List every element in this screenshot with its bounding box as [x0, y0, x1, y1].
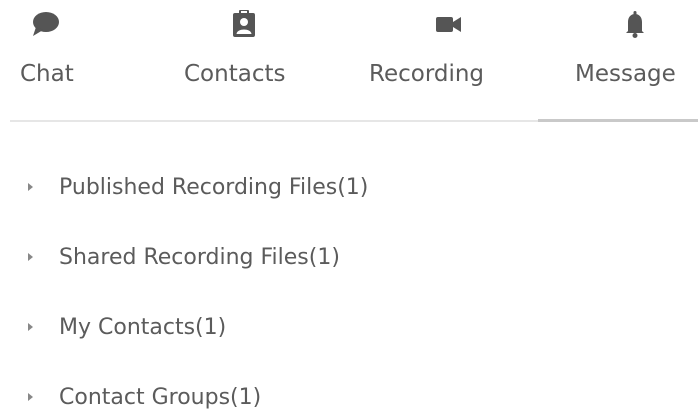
- contact-card-icon: [233, 10, 255, 37]
- chat-bubble-icon: [33, 12, 59, 36]
- tree-item-my-contacts[interactable]: My Contacts(1): [0, 309, 698, 349]
- active-tab-indicator: [538, 119, 698, 122]
- video-camera-icon: [436, 17, 461, 32]
- tab-contacts[interactable]: Contacts: [170, 0, 320, 120]
- caret-right-icon[interactable]: [28, 393, 33, 401]
- caret-right-icon[interactable]: [28, 323, 33, 331]
- tab-bar: Chat Contacts Recording Message: [0, 0, 698, 122]
- tree-item-label: Contact Groups(1): [59, 385, 262, 410]
- tree-item-shared-recording-files[interactable]: Shared Recording Files(1): [0, 239, 698, 279]
- tree-item-published-recording-files[interactable]: Published Recording Files(1): [0, 169, 698, 209]
- tree-item-label: Shared Recording Files(1): [59, 245, 340, 270]
- tree-item-label: My Contacts(1): [59, 315, 227, 340]
- tab-message-label: Message: [575, 61, 676, 87]
- caret-right-icon[interactable]: [28, 183, 33, 191]
- tree-item-contact-groups[interactable]: Contact Groups(1): [0, 379, 698, 419]
- tab-chat-label: Chat: [20, 61, 74, 87]
- tree-item-label: Published Recording Files(1): [59, 175, 369, 200]
- caret-right-icon[interactable]: [28, 253, 33, 261]
- tab-message[interactable]: Message: [538, 0, 698, 120]
- tab-contacts-label: Contacts: [184, 61, 286, 87]
- tab-recording[interactable]: Recording: [355, 0, 525, 120]
- bell-icon: [626, 11, 644, 38]
- tab-chat[interactable]: Chat: [0, 0, 110, 120]
- tab-recording-label: Recording: [369, 61, 485, 87]
